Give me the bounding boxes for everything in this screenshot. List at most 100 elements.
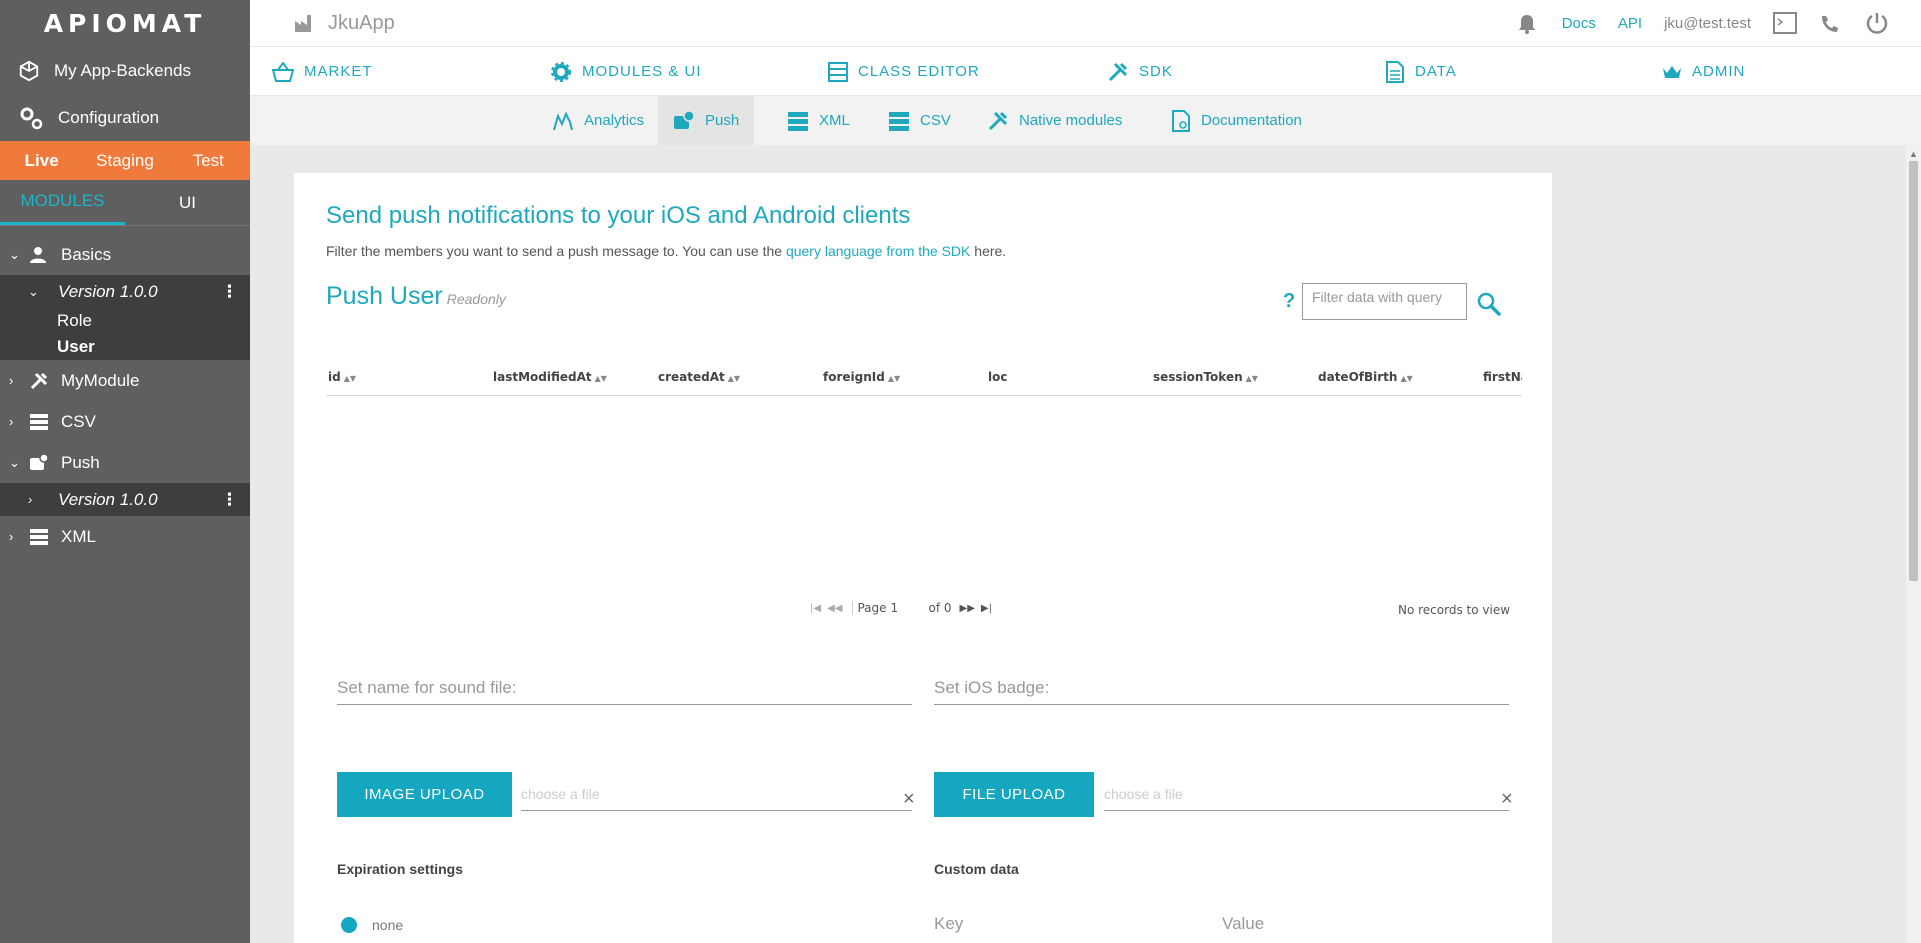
page-scrollbar[interactable]: ▲ <box>1906 145 1921 943</box>
custom-data-value-input[interactable] <box>1222 914 1509 940</box>
tab-modules[interactable]: MODULES <box>0 180 125 225</box>
prev-page-icon[interactable]: ◀◀ <box>827 603 842 614</box>
more-vertical-icon[interactable]: ⋮ <box>221 282 238 302</box>
ios-badge-input[interactable] <box>934 678 1509 705</box>
subnav-label: CSV <box>920 112 951 129</box>
tree-item-basics-version[interactable]: ⌄ Version 1.0.0 ⋮ <box>0 275 250 308</box>
expiration-settings-label: Expiration settings <box>337 861 464 877</box>
scroll-up-icon[interactable]: ▲ <box>1909 149 1918 159</box>
query-language-link[interactable]: query language from the SDK <box>786 243 970 259</box>
image-upload-button[interactable]: IMAGE UPLOAD <box>337 772 512 817</box>
column-header-sessiontoken[interactable]: sessionToken ▲▼ <box>1153 370 1258 384</box>
tree-item-role[interactable]: Role <box>0 308 250 334</box>
column-header-createdat[interactable]: createdAt ▲▼ <box>658 370 740 384</box>
subnav-native-modules[interactable]: Native modules <box>972 96 1137 145</box>
env-tab-staging[interactable]: Staging <box>83 141 166 180</box>
subnav-xml[interactable]: XML <box>772 96 865 145</box>
crown-icon <box>1663 65 1681 78</box>
tree-item-csv[interactable]: › CSV <box>0 401 250 442</box>
chevron-down-icon: ⌄ <box>28 283 39 299</box>
clear-image-icon[interactable]: × <box>903 788 915 811</box>
terminal-icon[interactable] <box>1773 12 1797 34</box>
main-nav: MARKET MODULES & UI CLASS EDITOR SDK DAT… <box>250 48 1921 96</box>
tree-item-user[interactable]: User <box>0 334 250 360</box>
nav-admin[interactable]: ADMIN <box>1662 63 1745 81</box>
subnav-documentation[interactable]: Documentation <box>1156 96 1317 145</box>
tree-item-push[interactable]: ⌄ Push <box>0 442 250 483</box>
page-number[interactable]: 1 <box>891 601 929 615</box>
analytics-icon <box>553 111 573 130</box>
sidebar: APIOMAT My App-Backends Configuration Li… <box>0 0 250 943</box>
page-label: Page <box>857 601 887 615</box>
search-icon[interactable] <box>1476 291 1502 322</box>
scrollbar-thumb[interactable] <box>1909 161 1918 581</box>
column-header-firstname[interactable]: firstNa <box>1483 370 1522 384</box>
table-title-text: Push User <box>326 282 443 310</box>
sort-icon: ▲▼ <box>343 374 357 383</box>
nav-label: DATA <box>1415 63 1457 80</box>
power-icon[interactable] <box>1865 11 1889 35</box>
help-icon[interactable]: ? <box>1283 290 1295 313</box>
api-link[interactable]: API <box>1618 15 1642 32</box>
tree-item-basics[interactable]: ⌄ Basics <box>0 234 250 275</box>
column-header-id[interactable]: id ▲▼ <box>328 370 356 384</box>
factory-icon <box>295 15 311 32</box>
sidebar-item-label: Configuration <box>58 107 160 127</box>
image-file-input[interactable] <box>521 786 912 811</box>
tree-item-mymodule[interactable]: › MyModule <box>0 360 250 401</box>
custom-data-key-input[interactable] <box>934 914 1204 940</box>
clear-file-icon[interactable]: × <box>1501 788 1513 811</box>
chevron-down-icon: ⌄ <box>9 454 20 470</box>
subnav-label: XML <box>819 112 850 129</box>
filter-query-input[interactable] <box>1302 283 1467 320</box>
nav-label: CLASS EDITOR <box>858 63 980 80</box>
nav-sdk[interactable]: SDK <box>1107 61 1173 83</box>
tab-ui[interactable]: UI <box>125 180 250 225</box>
tree-item-label: XML <box>61 526 96 546</box>
tree-item-label: Push <box>61 452 100 472</box>
csv-icon <box>889 111 909 131</box>
chevron-right-icon: › <box>9 414 14 429</box>
module-tabs: MODULES UI <box>0 180 250 226</box>
tools-icon <box>988 111 1008 130</box>
version-label: Version 1.0.0 <box>58 281 158 301</box>
sidebar-item-label: My App-Backends <box>54 60 192 80</box>
more-vertical-icon[interactable]: ⋮ <box>221 490 238 510</box>
column-header-foreignid[interactable]: foreignId ▲▼ <box>823 370 900 384</box>
user-email[interactable]: jku@test.test <box>1664 15 1751 32</box>
file-input[interactable] <box>1104 786 1509 811</box>
env-tab-test[interactable]: Test <box>167 141 250 180</box>
sidebar-item-configuration[interactable]: Configuration <box>0 94 250 141</box>
column-header-dateofbirth[interactable]: dateOfBirth ▲▼ <box>1318 370 1413 384</box>
nav-market[interactable]: MARKET <box>272 61 373 82</box>
env-tab-live[interactable]: Live <box>0 141 83 180</box>
pager-divider <box>852 601 854 615</box>
column-header-lastmodifiedat[interactable]: lastModifiedAt ▲▼ <box>493 370 607 384</box>
bell-icon[interactable] <box>1514 10 1540 36</box>
top-bar: JkuApp Docs API jku@test.test <box>250 0 1921 47</box>
support-phone-icon[interactable] <box>1819 12 1843 34</box>
next-page-icon[interactable]: ▶▶ <box>960 603 975 614</box>
last-page-icon[interactable]: ▶| <box>981 603 992 614</box>
tree-item-label: Basics <box>61 244 112 264</box>
nav-data[interactable]: DATA <box>1385 60 1457 83</box>
subnav-analytics[interactable]: Analytics <box>537 96 659 145</box>
nav-modules-ui[interactable]: MODULES & UI <box>550 61 702 83</box>
nav-class-editor[interactable]: CLASS EDITOR <box>828 61 980 82</box>
column-header-loc[interactable]: loc <box>988 370 1007 384</box>
apiomat-logo[interactable]: APIOMAT <box>0 0 250 47</box>
tree-item-label: MyModule <box>61 370 140 390</box>
docs-link[interactable]: Docs <box>1562 15 1596 32</box>
page-total: of 0 <box>928 601 952 615</box>
sound-file-input[interactable] <box>337 678 912 705</box>
sidebar-item-my-app-backends[interactable]: My App-Backends <box>0 47 250 94</box>
sort-icon: ▲▼ <box>887 374 901 383</box>
first-page-icon[interactable]: |◀ <box>810 603 821 614</box>
tree-item-xml[interactable]: › XML <box>0 516 250 557</box>
expiration-none-radio[interactable] <box>341 917 357 933</box>
app-name-text: JkuApp <box>328 11 395 34</box>
subnav-csv[interactable]: CSV <box>873 96 966 145</box>
file-upload-button[interactable]: FILE UPLOAD <box>934 772 1094 817</box>
tree-item-push-version[interactable]: › Version 1.0.0 ⋮ <box>0 483 250 516</box>
subnav-push[interactable]: Push <box>658 96 755 145</box>
